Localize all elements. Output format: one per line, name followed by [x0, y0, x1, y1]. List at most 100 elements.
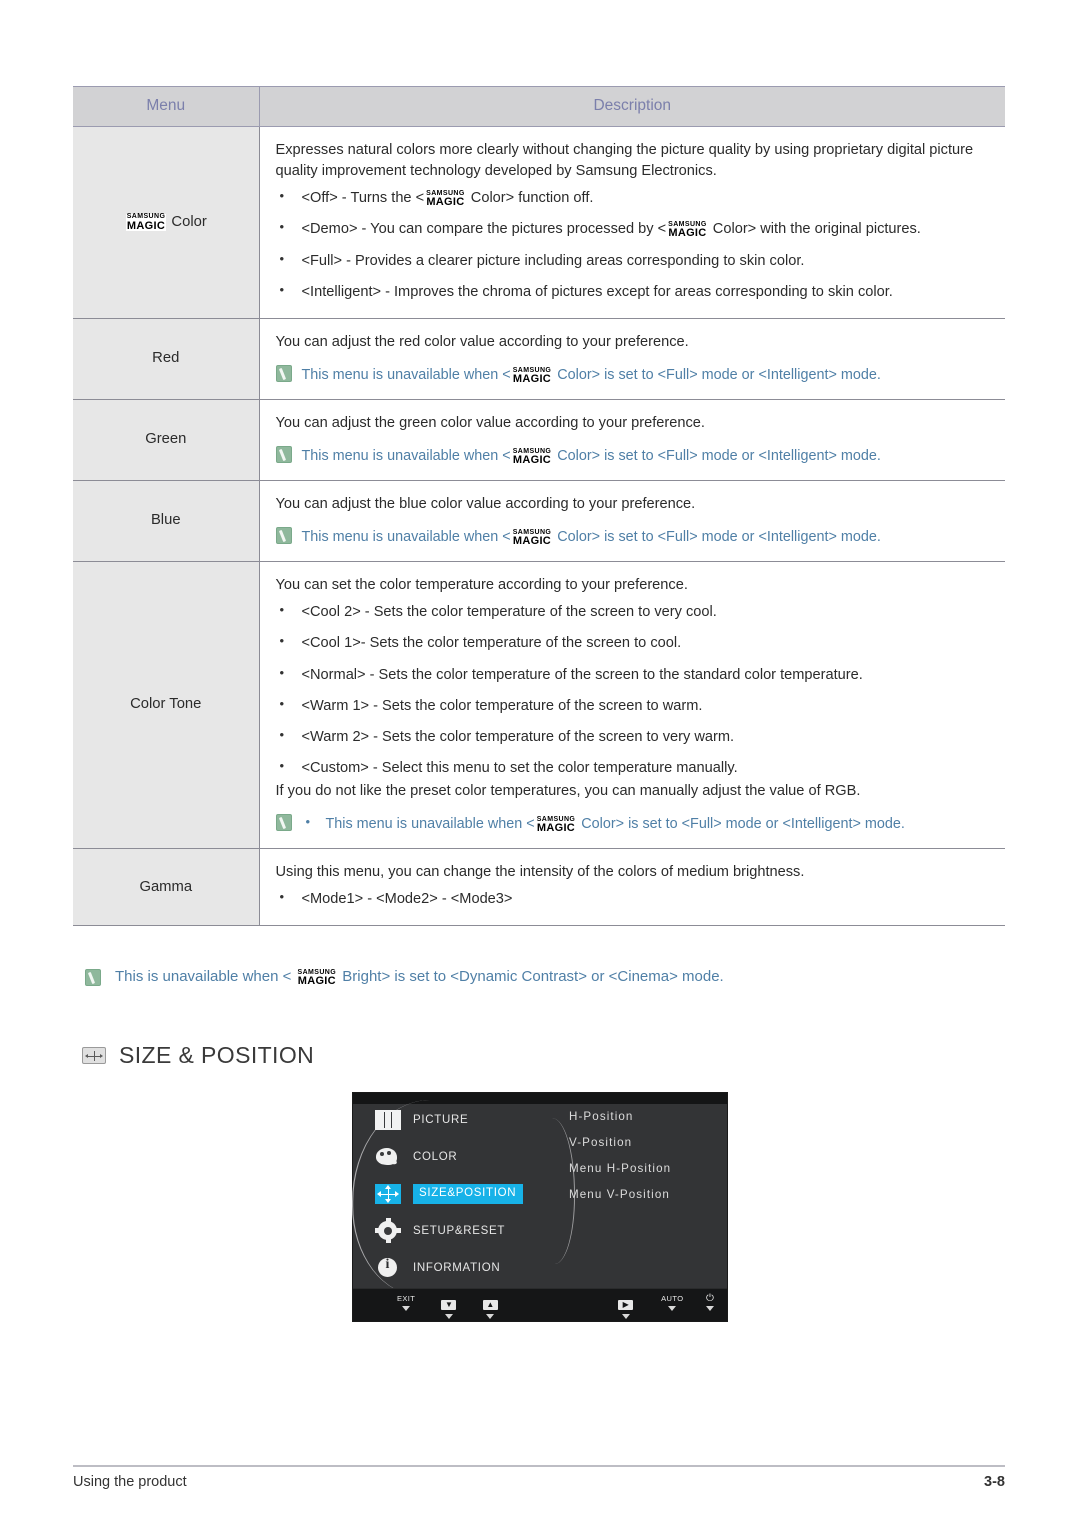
osd-body: PICTURE COLOR SIZE&POSITION SETUP&RESET INFO…	[352, 1100, 727, 1296]
osd-button-indicator	[621, 1314, 630, 1319]
samsung-magic-logo: SAMSUNG MAGIC	[535, 816, 577, 835]
osd-menu-item-picture[interactable]: PICTURE	[353, 1104, 553, 1136]
osd-submenu-item[interactable]: Menu V-Position	[569, 1188, 671, 1201]
row-note: This menu is unavailable when <SAMSUNGMA…	[275, 813, 992, 835]
description-bullet: <Off> - Turns the <SAMSUNGMAGIC Color> f…	[276, 187, 992, 209]
global-note-text: This is unavailable when < SAMSUNG MAGIC …	[115, 968, 724, 987]
row-note: This menu is unavailable when <SAMSUNGMA…	[275, 527, 992, 548]
magic-logo-bottom: MAGIC	[536, 822, 576, 835]
osd-button-auto[interactable]: AUTO	[655, 1294, 689, 1311]
menu-cell: Color Tone	[73, 561, 260, 850]
section-heading: SIZE & POSITION	[82, 1042, 314, 1069]
description-outro: If you do not like the preset color temp…	[275, 783, 861, 800]
description-cell: You can adjust the green color value acc…	[259, 399, 1005, 482]
note-pencil-icon	[275, 446, 292, 464]
global-note-pre: This is unavailable when <	[115, 968, 296, 985]
magic-logo-bottom: MAGIC	[126, 219, 166, 232]
description-cell: You can adjust the red color value accor…	[259, 318, 1005, 400]
osd-submenu-item[interactable]: H-Position	[569, 1110, 671, 1123]
osd-menu-item-color[interactable]: COLOR	[353, 1141, 553, 1173]
page-title: SIZE & POSITION	[119, 1042, 315, 1068]
osd-menu-item-information[interactable]: INFORMATION	[353, 1252, 553, 1284]
row-note-text: This menu is unavailable when <SAMSUNGMA…	[302, 813, 905, 835]
description-cell: Using this menu, you can change the inte…	[259, 848, 1005, 927]
description-bullet: <Cool 1>- Sets the color temperature of …	[276, 632, 992, 654]
osd-button-glyph: ▲	[482, 1300, 498, 1310]
description-bullet: <Demo> - You can compare the pictures pr…	[276, 218, 992, 240]
osd-right-submenu: H-Position V-Position Menu H-Position Menu …	[569, 1110, 671, 1214]
osd-button-glyph: ▶	[618, 1300, 634, 1310]
menu-cell: SAMSUNG MAGIC Color	[73, 126, 260, 319]
row-note-text: This menu is unavailable when <SAMSUNGMA…	[301, 528, 881, 548]
table-row: Green You can adjust the green color valu…	[73, 399, 1005, 482]
description-intro: You can adjust the green color value acc…	[275, 414, 705, 431]
osd-menu-item-label: SETUP&RESET	[413, 1225, 506, 1237]
menu-cell-label: Green	[145, 431, 187, 448]
osd-button-glyph: ▼	[441, 1300, 457, 1310]
osd-button-down[interactable]: ▼	[432, 1294, 466, 1319]
description-bullet: <Warm 1> - Sets the color temperature of…	[276, 695, 992, 717]
magic-logo-bottom: MAGIC	[426, 196, 465, 209]
global-note: This is unavailable when < SAMSUNG MAGIC …	[85, 968, 985, 987]
osd-button-enter[interactable]: ▶	[609, 1294, 643, 1319]
description-intro: Using this menu, you can change the inte…	[275, 864, 805, 881]
menu-cell: Red	[73, 318, 260, 400]
osd-menu-item-label: COLOR	[413, 1151, 458, 1163]
row-note-text: This menu is unavailable when <SAMSUNGMA…	[301, 366, 881, 386]
description-bullet: <Custom> - Select this menu to set the c…	[276, 757, 992, 779]
menu-cell: Blue	[73, 480, 260, 563]
spec-table-wrapper: Menu Description SAMSUNG MAGIC Color Expre…	[73, 86, 1005, 927]
description-bullet: <Intelligent> - Improves the chroma of p…	[276, 281, 992, 303]
footer-page-number: 3-8	[984, 1474, 1005, 1490]
size-position-icon	[82, 1047, 106, 1064]
description-bullet: <Warm 2> - Sets the color temperature of…	[276, 726, 992, 748]
osd-button-indicator	[486, 1314, 495, 1319]
osd-menu-item-label: INFORMATION	[413, 1262, 501, 1274]
osd-submenu-item[interactable]: Menu H-Position	[569, 1162, 671, 1175]
osd-submenu-item[interactable]: V-Position	[569, 1136, 671, 1149]
menu-cell-label: Color Tone	[130, 696, 202, 713]
description-intro: Expresses natural colors more clearly wi…	[275, 142, 974, 180]
menu-cell-label: Red	[152, 350, 180, 367]
description-intro: You can set the color temperature accord…	[275, 577, 688, 594]
menu-cell-label: Blue	[150, 512, 181, 529]
description-cell: You can adjust the blue color value acco…	[259, 480, 1005, 563]
footer-section-label: Using the product	[73, 1474, 187, 1490]
description-bullet-list: <Cool 2> - Sets the color temperature of…	[276, 601, 992, 779]
table-header-row: Menu Description	[73, 86, 1005, 127]
gear-icon	[375, 1218, 401, 1243]
osd-button-label: AUTO	[661, 1294, 684, 1303]
samsung-magic-logo: SAMSUNG MAGIC	[511, 448, 553, 466]
menu-cell-label: Color	[171, 213, 207, 230]
osd-top-bar	[353, 1093, 727, 1104]
osd-button-power[interactable]: ⏻	[693, 1294, 727, 1311]
description-cell: You can set the color temperature accord…	[259, 561, 1005, 850]
samsung-magic-logo: SAMSUNG MAGIC	[667, 221, 708, 239]
samsung-magic-logo: SAMSUNG MAGIC	[511, 529, 553, 547]
row-note: This menu is unavailable when <SAMSUNGMA…	[275, 365, 992, 386]
osd-button-indicator	[444, 1314, 453, 1319]
description-bullet: <Mode1> - <Mode2> - <Mode3>	[276, 888, 992, 910]
power-icon: ⏻	[705, 1293, 714, 1304]
menu-description-table: Menu Description SAMSUNG MAGIC Color Expre…	[73, 86, 1005, 927]
row-note-text: This menu is unavailable when <SAMSUNGMA…	[301, 447, 881, 467]
osd-menu-item-setup-reset[interactable]: SETUP&RESET	[353, 1215, 553, 1247]
table-row: Blue You can adjust the blue color value …	[73, 480, 1005, 563]
menu-cell: Green	[73, 399, 260, 482]
osd-button-bar: EXIT ▼ ▲ ▶ AUTO ⏻	[353, 1288, 727, 1321]
footer-divider	[73, 1465, 1005, 1467]
description-bullet: <Full> - Provides a clearer picture incl…	[276, 250, 992, 272]
osd-button-exit[interactable]: EXIT	[389, 1294, 423, 1311]
osd-button-indicator	[402, 1306, 411, 1311]
info-icon	[375, 1257, 401, 1278]
description-cell: Expresses natural colors more clearly wi…	[259, 126, 1005, 319]
description-bullet: <Cool 2> - Sets the color temperature of…	[276, 601, 992, 623]
samsung-magic-logo: SAMSUNG MAGIC	[511, 367, 553, 385]
description-bullet-list: <Mode1> - <Mode2> - <Mode3>	[276, 888, 992, 910]
osd-button-up[interactable]: ▲	[473, 1294, 507, 1319]
osd-menu-item-size-position[interactable]: SIZE&POSITION	[353, 1178, 553, 1210]
samsung-magic-logo: SAMSUNG MAGIC	[125, 213, 167, 232]
column-header-menu: Menu	[73, 86, 260, 127]
row-note: This menu is unavailable when <SAMSUNGMA…	[275, 446, 992, 467]
note-pencil-icon	[275, 814, 292, 832]
